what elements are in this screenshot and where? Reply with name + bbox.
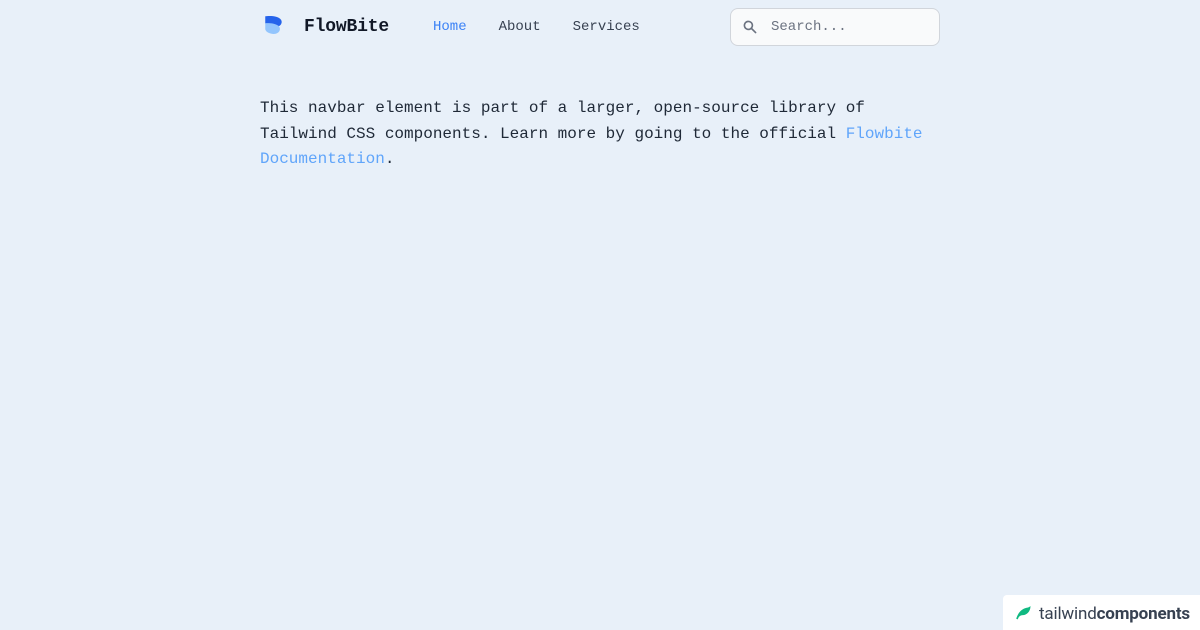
nav-link-services[interactable]: Services [573, 19, 640, 35]
brand-name: FlowBite [304, 17, 389, 37]
brand-link[interactable]: FlowBite [260, 11, 389, 44]
leaf-icon [1013, 601, 1033, 626]
search-input[interactable] [730, 8, 940, 46]
flowbite-logo-icon [260, 11, 288, 44]
description-before: This navbar element is part of a larger,… [260, 99, 865, 143]
description-after: . [385, 150, 395, 168]
nav-link-about[interactable]: About [499, 19, 541, 35]
badge-text-bold: components [1097, 604, 1190, 624]
badge-text-light: tailwind [1039, 604, 1097, 624]
description-text: This navbar element is part of a larger,… [260, 96, 940, 173]
content: This navbar element is part of a larger,… [260, 96, 940, 173]
tailwind-components-badge[interactable]: tailwindcomponents [1003, 595, 1200, 630]
navbar: FlowBite Home About Services [260, 8, 940, 46]
nav-link-home[interactable]: Home [433, 19, 467, 35]
badge-text: tailwindcomponents [1039, 604, 1190, 624]
nav-links: Home About Services [433, 19, 640, 35]
search-wrapper [730, 8, 940, 46]
